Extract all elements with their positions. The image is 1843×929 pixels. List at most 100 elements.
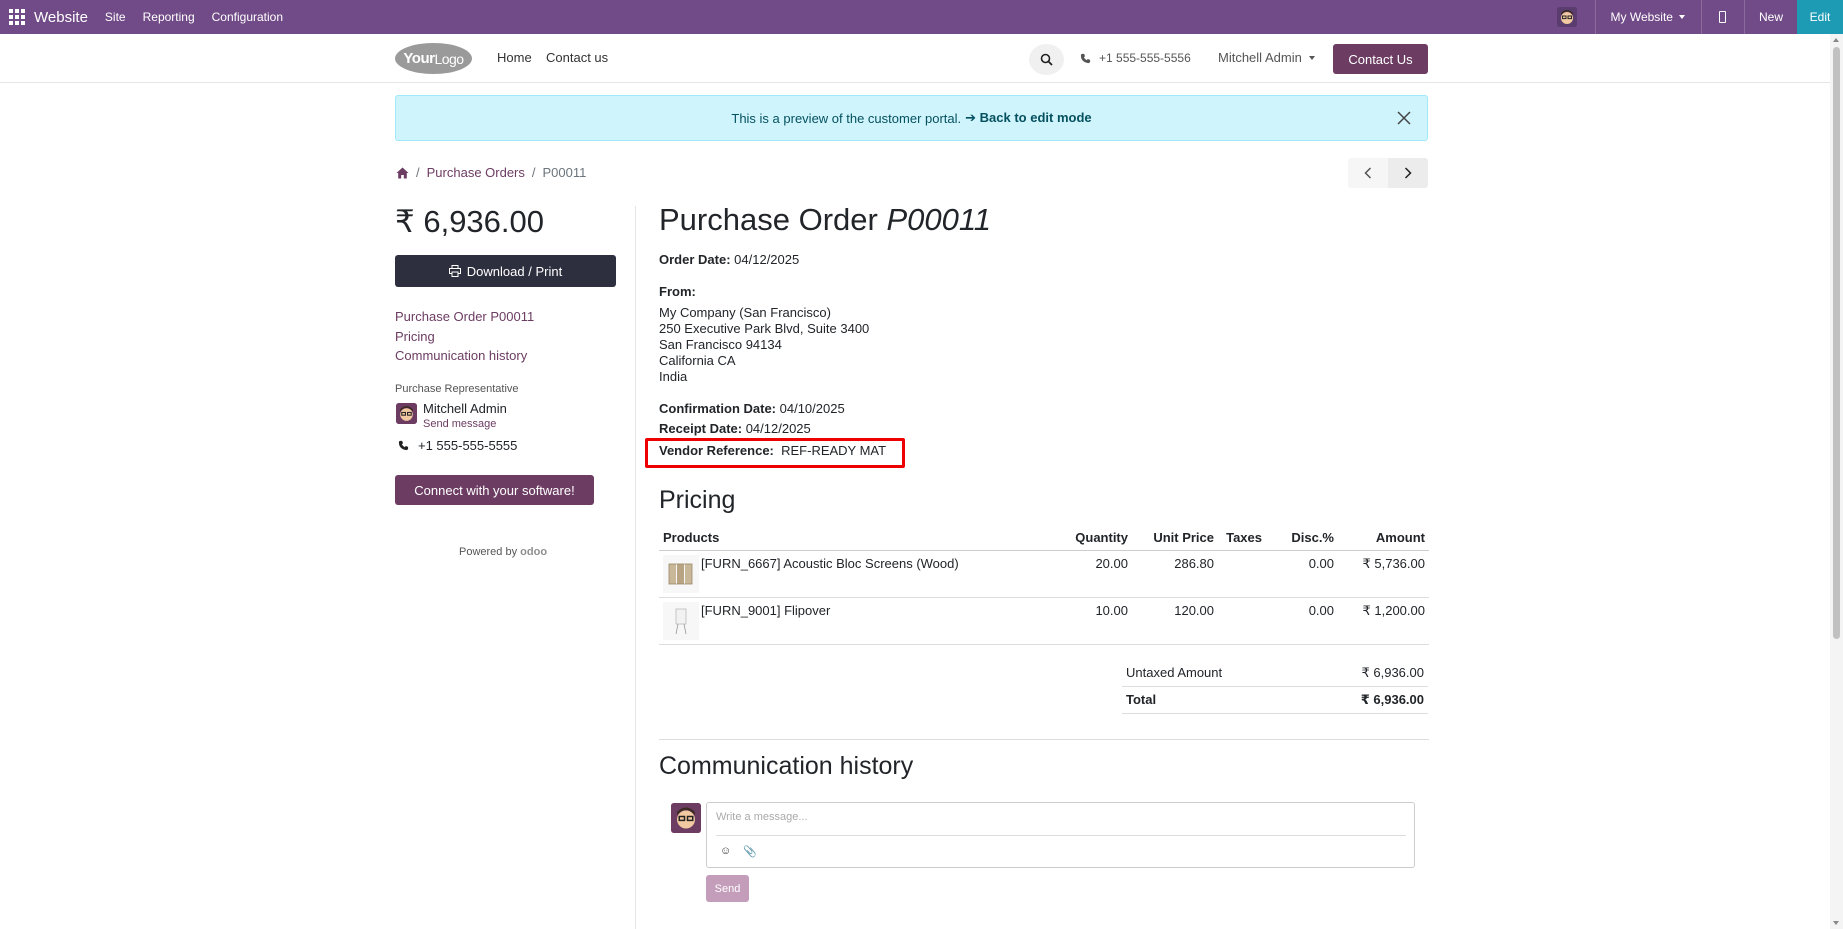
rep-phone: +1 555-555-5555 xyxy=(398,438,517,453)
record-pager xyxy=(1348,158,1428,188)
company-address: My Company (San Francisco) 250 Executive… xyxy=(659,305,869,385)
receipt-date-value: 04/12/2025 xyxy=(745,421,811,436)
col-quantity: Quantity xyxy=(1075,530,1128,545)
odoo-logo[interactable]: odoo xyxy=(520,546,547,558)
untaxed-row: Untaxed Amount ₹ 6,936.00 xyxy=(1122,660,1428,687)
scrollbar-thumb[interactable] xyxy=(1833,47,1840,639)
home-icon[interactable] xyxy=(396,167,409,179)
breadcrumb-separator: / xyxy=(531,165,536,180)
toc-purchase-order[interactable]: Purchase Order P00011 xyxy=(395,307,534,327)
confirmation-date-field: Confirmation Date: 04/10/2025 xyxy=(659,401,845,416)
header-phone[interactable]: +1 555-555-5556 xyxy=(1080,51,1191,65)
address-line: California CA xyxy=(659,353,736,368)
vendor-reference-highlight xyxy=(645,438,905,468)
product-discount: 0.00 xyxy=(1308,556,1334,571)
section-divider xyxy=(659,739,1429,740)
total-row: Total ₹ 6,936.00 xyxy=(1122,687,1428,714)
confirmation-date-value: 04/10/2025 xyxy=(779,401,845,416)
breadcrumb: / Purchase Orders / P00011 xyxy=(396,165,586,180)
emoji-icon[interactable]: ☺ xyxy=(720,845,731,858)
col-unit-price: Unit Price xyxy=(1153,530,1214,545)
app-name[interactable]: Website xyxy=(34,9,88,26)
print-icon xyxy=(448,265,461,277)
logo-text-2: Logo xyxy=(434,50,464,67)
download-print-button[interactable]: Download / Print xyxy=(395,255,616,287)
order-date-label: Order Date: xyxy=(659,252,731,267)
order-total-amount: ₹ 6,936.00 xyxy=(395,204,545,239)
product-qty: 20.00 xyxy=(1095,556,1128,571)
product-discount: 0.00 xyxy=(1308,603,1334,618)
powered-by-label: Powered by xyxy=(459,546,518,558)
message-input[interactable]: Write a message... xyxy=(716,811,808,823)
product-unit-price: 120.00 xyxy=(1174,603,1214,618)
nav-contact-us[interactable]: Contact us xyxy=(546,50,608,65)
previous-record-button[interactable] xyxy=(1348,158,1388,188)
new-button[interactable]: New xyxy=(1745,10,1797,24)
table-row: [FURN_9001] Flipover 10.00 120.00 0.00 ₹… xyxy=(659,598,1429,645)
user-menu[interactable]: Mitchell Admin xyxy=(1218,50,1315,65)
admin-navbar: Website Site Reporting Configuration My … xyxy=(0,0,1843,34)
send-message-link[interactable]: Send message xyxy=(423,418,496,430)
back-to-edit-link[interactable]: ➔ Back to edit mode xyxy=(965,110,1091,126)
product-name: [FURN_6667] Acoustic Bloc Screens (Wood) xyxy=(701,556,959,571)
scroll-up-icon[interactable] xyxy=(1833,38,1839,42)
toc-communication-history[interactable]: Communication history xyxy=(395,346,534,366)
rep-phone-number: +1 555-555-5555 xyxy=(418,438,518,453)
close-icon[interactable] xyxy=(1396,110,1412,126)
message-composer[interactable]: Write a message... ☺ 📎 xyxy=(706,802,1415,868)
table-header: Products Quantity Unit Price Taxes Disc.… xyxy=(659,525,1429,551)
search-button[interactable] xyxy=(1029,44,1064,75)
untaxed-label: Untaxed Amount xyxy=(1126,665,1223,680)
order-date-field: Order Date: 04/12/2025 xyxy=(659,252,799,267)
website-selector-label: My Website xyxy=(1610,10,1673,24)
mobile-preview-icon[interactable] xyxy=(1702,11,1744,23)
total-value: ₹ 6,936.00 xyxy=(1360,692,1424,707)
caret-down-icon xyxy=(1678,15,1685,19)
address-line: San Francisco 94134 xyxy=(659,337,782,352)
product-qty: 10.00 xyxy=(1095,603,1128,618)
address-line: My Company (San Francisco) xyxy=(659,305,831,320)
powered-by: Powered by odoo xyxy=(459,546,547,558)
next-record-button[interactable] xyxy=(1388,158,1428,188)
website-header: Your Logo Home Contact us +1 555-555-5556… xyxy=(0,34,1830,83)
product-amount: ₹ 1,200.00 xyxy=(1362,603,1426,618)
breadcrumb-current: P00011 xyxy=(542,165,587,180)
product-image xyxy=(663,555,699,593)
address-line: India xyxy=(659,369,688,384)
column-divider xyxy=(635,206,636,929)
breadcrumb-purchase-orders[interactable]: Purchase Orders xyxy=(427,165,525,180)
composer-tools: ☺ 📎 xyxy=(720,845,757,858)
product-name: [FURN_9001] Flipover xyxy=(701,603,831,618)
website-selector[interactable]: My Website xyxy=(1596,10,1701,24)
product-amount: ₹ 5,736.00 xyxy=(1362,556,1426,571)
page-scrollbar[interactable] xyxy=(1830,34,1843,929)
nav-home[interactable]: Home xyxy=(497,50,532,65)
attachment-icon[interactable]: 📎 xyxy=(743,845,757,858)
user-avatar[interactable] xyxy=(1556,7,1577,27)
menu-configuration[interactable]: Configuration xyxy=(212,10,283,24)
rep-name: Mitchell Admin xyxy=(423,401,507,416)
site-logo[interactable]: Your Logo xyxy=(395,43,472,74)
rep-avatar xyxy=(396,403,417,424)
menu-reporting[interactable]: Reporting xyxy=(143,10,195,24)
send-button[interactable]: Send xyxy=(706,875,749,902)
toc-pricing[interactable]: Pricing xyxy=(395,327,534,347)
address-line: 250 Executive Park Blvd, Suite 3400 xyxy=(659,321,870,336)
edit-button[interactable]: Edit xyxy=(1797,0,1843,34)
alert-text: This is a preview of the customer portal… xyxy=(731,110,962,126)
total-label: Total xyxy=(1126,692,1157,707)
apps-menu-icon[interactable] xyxy=(9,9,25,25)
product-image xyxy=(663,602,699,640)
confirmation-date-label: Confirmation Date: xyxy=(659,401,776,416)
col-amount: Amount xyxy=(1375,530,1425,545)
totals-table: Untaxed Amount ₹ 6,936.00 Total ₹ 6,936.… xyxy=(1122,660,1428,714)
scroll-down-icon[interactable] xyxy=(1833,921,1839,925)
connect-software-button[interactable]: Connect with your software! xyxy=(395,475,594,505)
receipt-date-field: Receipt Date: 04/12/2025 xyxy=(659,421,811,436)
menu-site[interactable]: Site xyxy=(105,10,126,24)
receipt-date-label: Receipt Date: xyxy=(659,421,743,436)
contact-us-button[interactable]: Contact Us xyxy=(1333,44,1428,74)
table-row: [FURN_6667] Acoustic Bloc Screens (Wood)… xyxy=(659,551,1429,598)
composer-divider xyxy=(716,835,1406,836)
phone-icon xyxy=(1080,53,1091,63)
